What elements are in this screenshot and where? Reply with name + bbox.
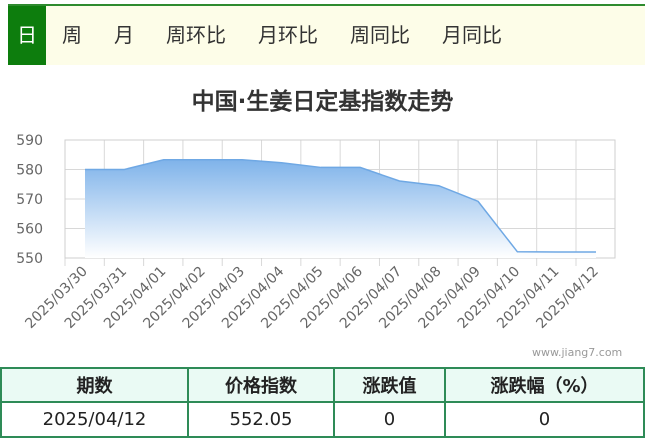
cell-price-index: 552.05	[187, 401, 335, 438]
header-change-percent: 涨跌幅（%）	[444, 367, 645, 403]
header-period: 期数	[0, 367, 189, 403]
cell-period: 2025/04/12	[0, 401, 189, 438]
area-fill	[85, 159, 596, 258]
header-change-value: 涨跌值	[333, 367, 446, 403]
index-table: 期数 价格指数 涨跌值 涨跌幅（%） 2025/04/12 552.05 0 0	[0, 367, 645, 438]
y-tick-label-4: 590	[16, 133, 43, 149]
tab-list: 日周月周环比 月环比 周同比 月同比	[8, 6, 518, 65]
y-tick-label-2: 570	[16, 192, 43, 208]
header-price-index: 价格指数	[187, 367, 335, 403]
chart-title: 中国·生姜日定基指数走势	[191, 89, 454, 115]
period-tab-bar: 日周月周环比 月环比 周同比 月同比	[8, 4, 645, 65]
watermark: www.jiang7.com	[532, 346, 623, 359]
y-tick-label-3: 580	[16, 163, 43, 179]
tab-3[interactable]: 周环比	[150, 6, 242, 65]
tab-0[interactable]: 日	[8, 6, 46, 65]
tab-1[interactable]: 周	[46, 6, 98, 65]
y-tick-label-1: 560	[16, 222, 43, 238]
cell-change-percent: 0	[444, 401, 645, 438]
y-tick-label-0: 550	[16, 251, 43, 267]
tab-5[interactable]: 周同比	[334, 6, 426, 65]
tab-2[interactable]: 月	[98, 6, 150, 65]
cell-change-value: 0	[333, 401, 446, 438]
price-index-chart: 5505605705805902025/03/302025/03/312025/…	[16, 133, 616, 332]
table-header-row: 期数 价格指数 涨跌值 涨跌幅（%）	[0, 367, 645, 403]
tab-6[interactable]: 月同比	[426, 6, 518, 65]
table-row: 2025/04/12 552.05 0 0	[0, 401, 645, 438]
tab-4[interactable]: 月环比	[242, 6, 334, 65]
